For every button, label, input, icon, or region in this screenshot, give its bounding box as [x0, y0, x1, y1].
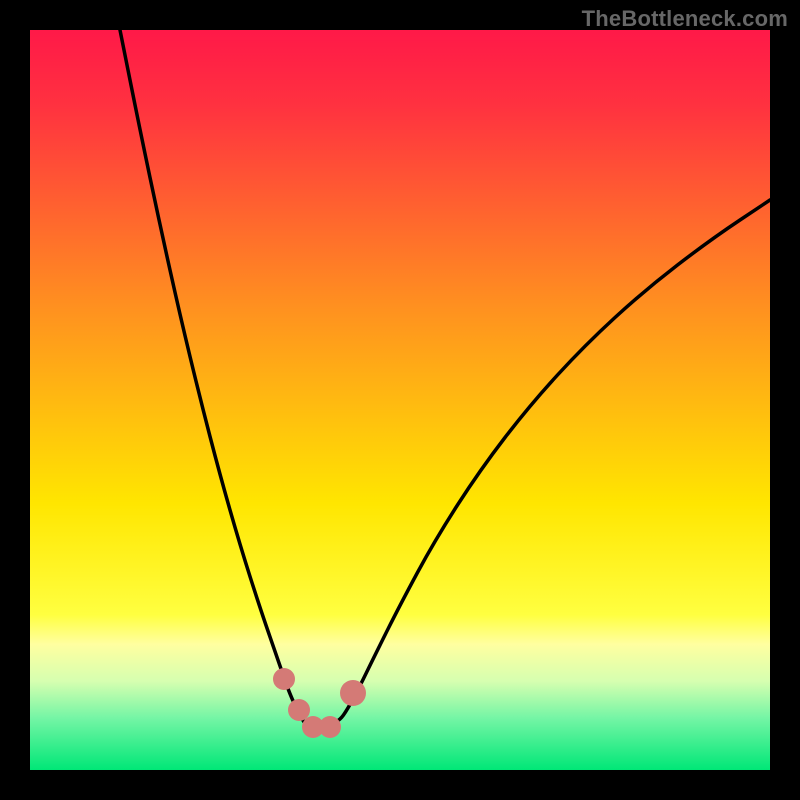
bottleneck-chart [30, 30, 770, 770]
marker-dot [288, 699, 310, 721]
marker-dot [319, 716, 341, 738]
watermark-text: TheBottleneck.com [582, 6, 788, 32]
marker-dot [273, 668, 295, 690]
marker-dot [340, 680, 366, 706]
